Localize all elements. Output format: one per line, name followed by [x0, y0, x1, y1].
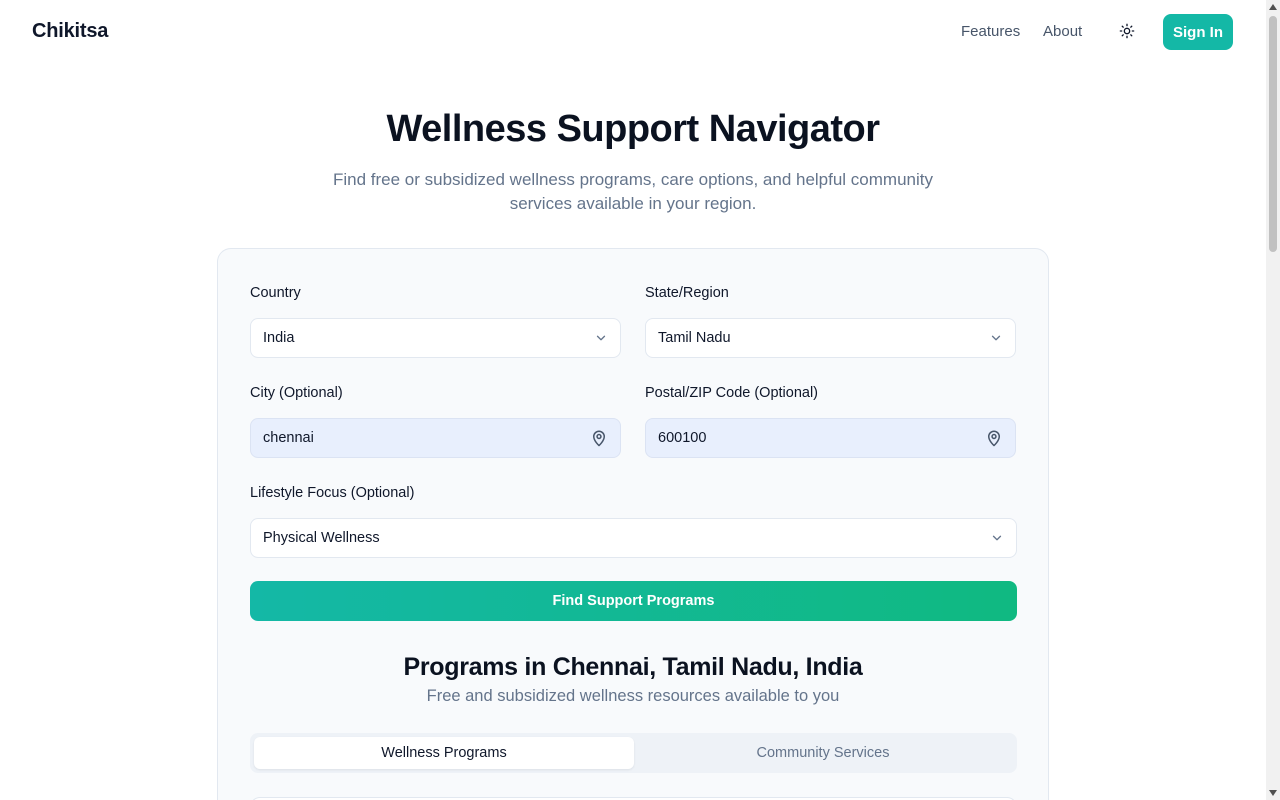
- tab-wellness-programs[interactable]: Wellness Programs: [254, 737, 634, 769]
- top-nav: Chikitsa Features About Sign In: [0, 0, 1266, 64]
- sun-icon: [1119, 23, 1135, 39]
- scroll-down-arrow-icon[interactable]: [1266, 786, 1280, 800]
- find-support-programs-button[interactable]: Find Support Programs: [250, 581, 1017, 621]
- results-subtitle: Free and subsidized wellness resources a…: [426, 687, 840, 705]
- chevron-down-icon: [989, 331, 1003, 345]
- results-title: Programs in Chennai, Tamil Nadu, India: [403, 653, 863, 681]
- page: Chikitsa Features About Sign In Wellness…: [0, 0, 1280, 800]
- theme-toggle-button[interactable]: [1114, 18, 1140, 44]
- chevron-down-icon: [990, 531, 1004, 545]
- tab-community-services[interactable]: Community Services: [633, 737, 1013, 769]
- scrollbar-thumb[interactable]: [1269, 16, 1277, 252]
- sign-in-button[interactable]: Sign In: [1163, 14, 1233, 50]
- state-label: State/Region: [645, 285, 729, 301]
- scroll-up-arrow-icon[interactable]: [1266, 0, 1280, 14]
- postal-label: Postal/ZIP Code (Optional): [645, 385, 819, 401]
- map-pin-icon[interactable]: [985, 429, 1003, 447]
- postal-input[interactable]: [658, 430, 938, 446]
- city-field: [250, 418, 621, 458]
- results-tabs: Wellness Programs Community Services: [250, 733, 1017, 773]
- brand-logo[interactable]: Chikitsa: [32, 20, 108, 43]
- state-select-value: Tamil Nadu: [658, 330, 731, 346]
- country-label: Country: [250, 285, 301, 301]
- lifestyle-select[interactable]: Physical Wellness: [250, 518, 1017, 558]
- postal-field: [645, 418, 1016, 458]
- page-title: Wellness Support Navigator: [386, 108, 880, 150]
- lifestyle-select-value: Physical Wellness: [263, 530, 380, 546]
- map-pin-icon[interactable]: [590, 429, 608, 447]
- lifestyle-label: Lifestyle Focus (Optional): [250, 485, 415, 501]
- country-select-value: India: [263, 330, 295, 346]
- page-subtitle: Find free or subsidized wellness program…: [332, 170, 933, 213]
- nav-features-link[interactable]: Features: [961, 23, 1020, 40]
- search-card: Country India State/Region Tamil Nadu Ci…: [217, 248, 1049, 800]
- country-select[interactable]: India: [250, 318, 621, 358]
- nav-about-link[interactable]: About: [1043, 23, 1082, 40]
- city-input[interactable]: [263, 430, 543, 446]
- chevron-down-icon: [594, 331, 608, 345]
- page-scrollbar[interactable]: [1266, 0, 1280, 800]
- state-select[interactable]: Tamil Nadu: [645, 318, 1016, 358]
- city-label: City (Optional): [250, 385, 343, 401]
